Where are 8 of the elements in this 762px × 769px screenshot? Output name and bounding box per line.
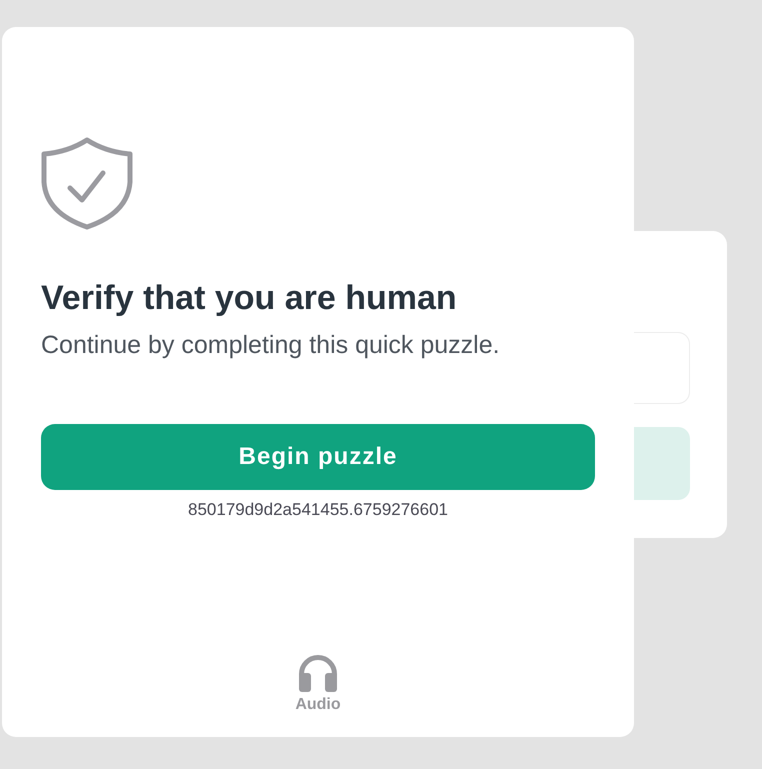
dialog-subtitle: Continue by completing this quick puzzle. <box>41 330 501 360</box>
shield-check-icon <box>41 137 133 230</box>
headphones-icon <box>298 654 338 692</box>
dialog-title: Verify that you are human <box>41 278 458 318</box>
audio-button[interactable]: Audio <box>295 654 341 714</box>
faded-button[interactable] <box>634 427 690 500</box>
begin-puzzle-button[interactable]: Begin puzzle <box>41 424 595 490</box>
session-id: 850179d9d2a541455.6759276601 <box>188 500 448 520</box>
